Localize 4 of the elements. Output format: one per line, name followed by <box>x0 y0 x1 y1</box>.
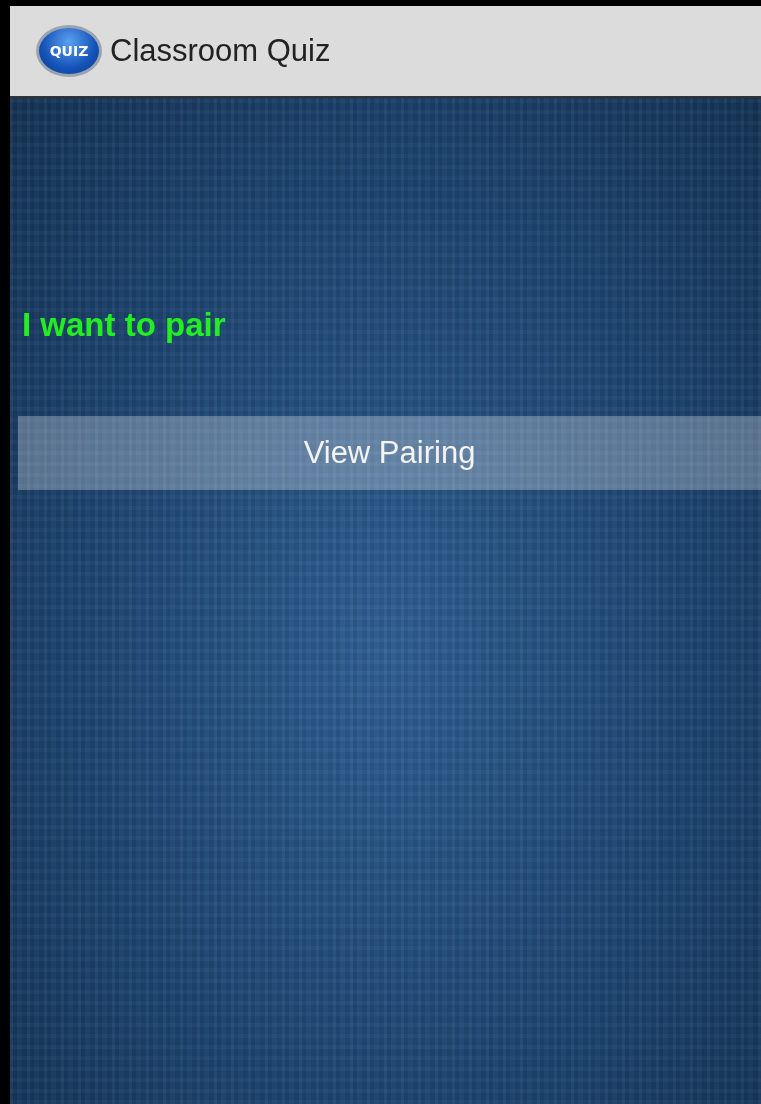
view-pairing-button[interactable]: View Pairing <box>18 416 761 490</box>
status-label: I want to pair <box>22 306 227 344</box>
app-logo: QUIZ <box>36 25 102 77</box>
app-title: Classroom Quiz <box>110 33 331 69</box>
